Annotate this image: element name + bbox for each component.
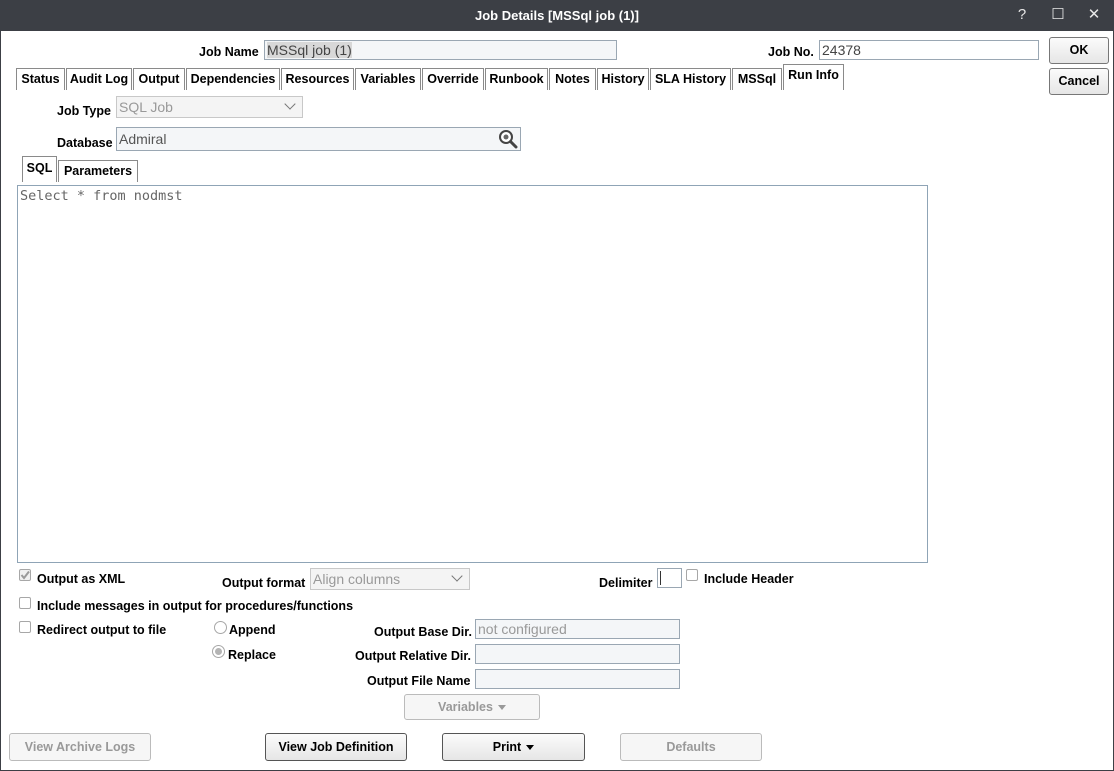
- chevron-down-icon: [451, 570, 463, 582]
- output-xml-label: Output as XML: [37, 572, 126, 586]
- subtab-parameters[interactable]: Parameters: [58, 160, 138, 182]
- job-no-label: Job No.: [768, 45, 814, 59]
- tab-override[interactable]: Override: [422, 68, 484, 90]
- print-button-label: Print: [492, 740, 522, 754]
- redirect-output-checkbox[interactable]: [19, 621, 31, 633]
- tab-history[interactable]: History: [597, 68, 649, 90]
- output-relative-dir-label: Output Relative Dir.: [355, 649, 471, 663]
- search-icon[interactable]: [498, 129, 518, 149]
- tab-variables[interactable]: Variables: [355, 68, 421, 90]
- job-details-window: Job Details [MSSql job (1)] ? ☐ ✕ Job Na…: [0, 0, 1114, 771]
- database-field[interactable]: Admiral: [116, 127, 521, 151]
- tab-audit-log[interactable]: Audit Log: [66, 68, 132, 90]
- tab-run-info[interactable]: Run Info: [783, 64, 844, 90]
- sql-editor[interactable]: Select * from nodmst: [17, 185, 928, 563]
- tab-runbook[interactable]: Runbook: [485, 68, 548, 90]
- sql-text: Select * from nodmst: [20, 188, 183, 204]
- job-name-value: MSSql job (1): [267, 42, 352, 58]
- text-caret: [660, 571, 661, 585]
- output-format-value: Align columns: [313, 571, 401, 587]
- cancel-button[interactable]: Cancel: [1049, 68, 1109, 95]
- redirect-output-label: Redirect output to file: [37, 623, 167, 637]
- ok-button[interactable]: OK: [1049, 37, 1109, 64]
- output-file-name-field[interactable]: [475, 669, 680, 689]
- output-xml-checkbox[interactable]: [19, 569, 31, 581]
- include-header-checkbox[interactable]: [686, 569, 698, 581]
- output-format-label: Output format: [222, 576, 306, 590]
- variables-dropdown-button[interactable]: Variables: [404, 694, 540, 720]
- output-relative-dir-field[interactable]: [475, 644, 680, 664]
- caret-down-icon: [497, 705, 506, 711]
- append-label: Append: [229, 623, 276, 637]
- help-icon[interactable]: ?: [1009, 4, 1035, 26]
- maximize-icon[interactable]: ☐: [1045, 4, 1071, 26]
- print-button[interactable]: Print: [442, 733, 585, 761]
- append-radio[interactable]: [214, 621, 227, 634]
- delimiter-input[interactable]: [657, 568, 682, 588]
- variables-button-label: Variables: [438, 700, 493, 714]
- job-name-field[interactable]: MSSql job (1): [264, 40, 617, 60]
- delimiter-label: Delimiter: [599, 576, 653, 590]
- tab-resources[interactable]: Resources: [281, 68, 354, 90]
- tab-mssql[interactable]: MSSql: [732, 68, 782, 90]
- output-format-select[interactable]: Align columns: [310, 568, 470, 590]
- job-no-field[interactable]: 24378: [819, 40, 1039, 60]
- job-type-select[interactable]: SQL Job: [116, 96, 303, 118]
- output-base-dir-field[interactable]: not configured: [475, 619, 680, 639]
- job-name-label: Job Name: [199, 45, 259, 59]
- view-archive-logs-button[interactable]: View Archive Logs: [9, 733, 151, 761]
- database-value: Admiral: [119, 131, 167, 147]
- tab-sla-history[interactable]: SLA History: [650, 68, 731, 90]
- defaults-button[interactable]: Defaults: [620, 733, 762, 761]
- replace-radio[interactable]: [212, 645, 225, 658]
- tab-status[interactable]: Status: [16, 68, 65, 90]
- replace-label: Replace: [228, 648, 276, 662]
- output-base-dir-label: Output Base Dir.: [374, 625, 472, 639]
- include-header-label: Include Header: [704, 572, 794, 586]
- job-type-label: Job Type: [57, 104, 111, 118]
- view-job-definition-button[interactable]: View Job Definition: [265, 733, 407, 761]
- database-label: Database: [57, 136, 113, 150]
- output-file-name-label: Output File Name: [367, 674, 471, 688]
- window-title: Job Details [MSSql job (1)]: [475, 8, 639, 23]
- caret-down-icon: [526, 745, 535, 751]
- chevron-down-icon: [284, 98, 296, 110]
- title-bar[interactable]: Job Details [MSSql job (1)] ? ☐ ✕: [1, 1, 1113, 31]
- job-type-value: SQL Job: [119, 99, 173, 115]
- include-messages-label: Include messages in output for procedure…: [37, 599, 354, 613]
- tab-output[interactable]: Output: [133, 68, 185, 90]
- include-messages-checkbox[interactable]: [19, 597, 31, 609]
- close-icon[interactable]: ✕: [1081, 4, 1107, 26]
- tab-dependencies[interactable]: Dependencies: [186, 68, 280, 90]
- subtab-sql[interactable]: SQL: [22, 156, 57, 182]
- checkmark-icon: [20, 570, 30, 580]
- tab-notes[interactable]: Notes: [549, 68, 596, 90]
